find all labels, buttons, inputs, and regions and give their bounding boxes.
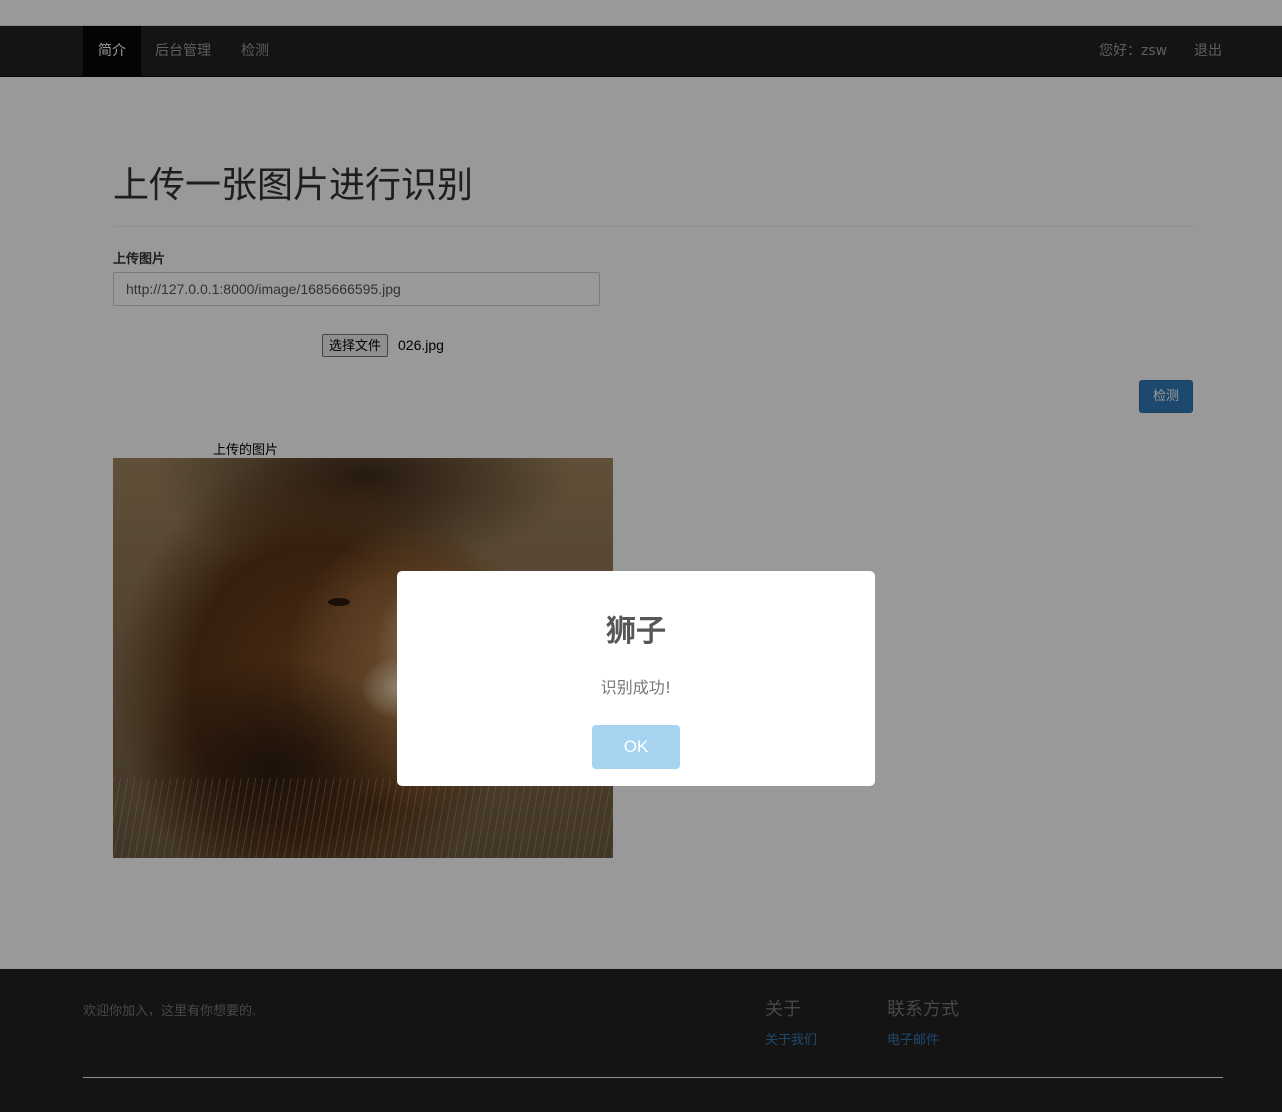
modal-overlay[interactable]: [0, 0, 1282, 1112]
dialog-message: 识别成功!: [600, 678, 672, 697]
dialog-ok-button[interactable]: OK: [592, 725, 680, 769]
result-dialog: 狮子 识别成功! OK: [397, 571, 875, 786]
dialog-title: 狮子: [606, 614, 666, 649]
browser-viewport: 简介 后台管理 检测 您好：zsw 退出 上传一张图片进行识别 上传图片 选择文…: [0, 0, 1282, 1112]
